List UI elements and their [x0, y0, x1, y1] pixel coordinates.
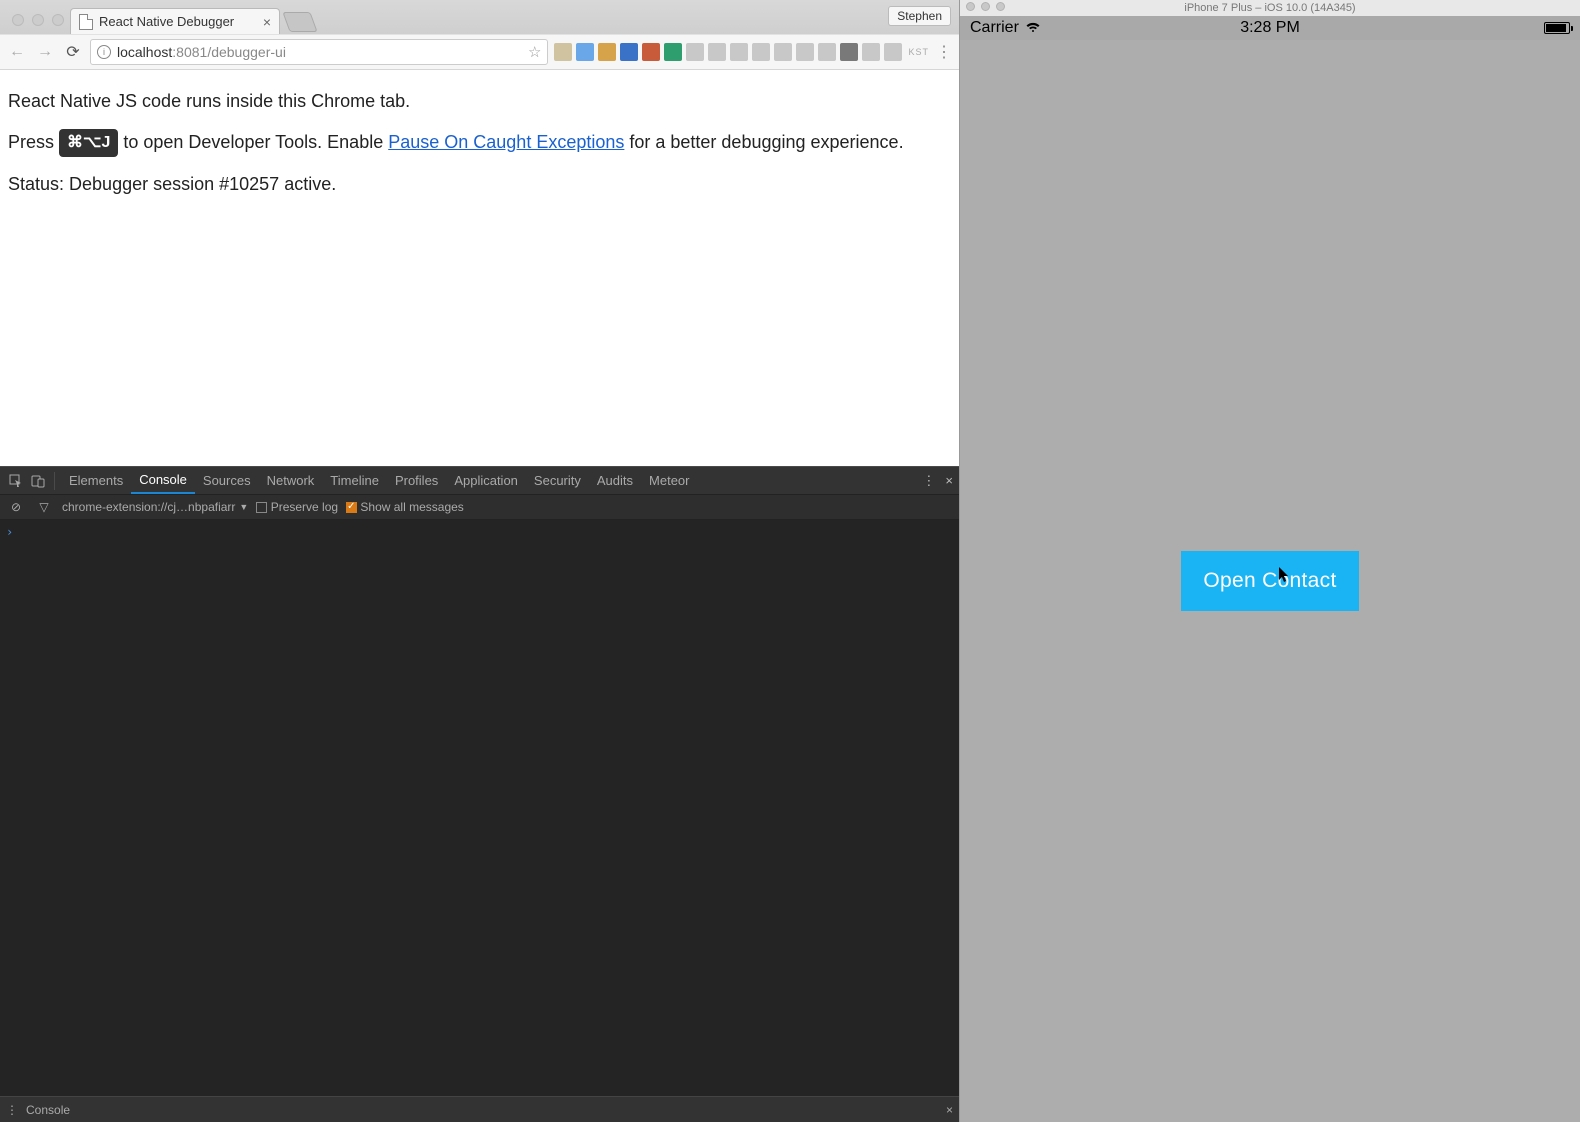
extensions-row: [554, 43, 902, 61]
simulator-window-controls: [966, 2, 1005, 11]
ios-status-bar: Carrier 3:28 PM: [960, 16, 1580, 40]
browser-toolbar: ← → ⟳ i localhost:8081/debugger-ui ☆ KST…: [0, 34, 959, 70]
drawer-close-icon[interactable]: ×: [946, 1103, 953, 1117]
sim-zoom-icon[interactable]: [996, 2, 1005, 11]
console-filterbar: ⊘ ▽ chrome-extension://cj…nbpafiarr ▼ Pr…: [0, 494, 959, 520]
back-button[interactable]: ←: [6, 41, 28, 63]
devtools-tab-profiles[interactable]: Profiles: [387, 467, 446, 494]
extension-ext16-icon[interactable]: [884, 43, 902, 61]
sim-close-icon[interactable]: [966, 2, 975, 11]
browser-tab-strip: React Native Debugger × Stephen: [0, 0, 959, 34]
clear-console-icon[interactable]: ⊘: [6, 497, 26, 517]
reload-button[interactable]: ⟳: [62, 41, 84, 63]
carrier-label: Carrier: [970, 19, 1019, 37]
timezone-label: KST: [908, 47, 929, 57]
simulator-title: iPhone 7 Plus – iOS 10.0 (14A345): [1184, 2, 1355, 14]
pause-exceptions-link[interactable]: Pause On Caught Exceptions: [388, 132, 624, 152]
forward-button[interactable]: →: [34, 41, 56, 63]
ios-simulator: iPhone 7 Plus – iOS 10.0 (14A345) Carrie…: [960, 0, 1580, 1122]
extension-ext12-icon[interactable]: [796, 43, 814, 61]
tab-title: React Native Debugger: [99, 14, 234, 29]
devtools-tab-security[interactable]: Security: [526, 467, 589, 494]
app-screen: Open Contact: [960, 40, 1580, 1122]
extension-ext9-icon[interactable]: [730, 43, 748, 61]
extension-om-icon[interactable]: [620, 43, 638, 61]
keyboard-shortcut: ⌘⌥J: [59, 129, 118, 157]
extension-ublock-icon[interactable]: [642, 43, 660, 61]
url-host: localhost:8081/debugger-ui: [117, 44, 286, 60]
extension-es-icon[interactable]: [840, 43, 858, 61]
browser-tab[interactable]: React Native Debugger ×: [70, 8, 280, 34]
bookmark-star-icon[interactable]: ☆: [528, 43, 541, 61]
document-icon: [79, 14, 93, 30]
chrome-window: React Native Debugger × Stephen ← → ⟳ i …: [0, 0, 960, 1122]
sim-minimize-icon[interactable]: [981, 2, 990, 11]
devtools-tab-sources[interactable]: Sources: [195, 467, 259, 494]
inspect-element-icon[interactable]: [6, 471, 26, 491]
close-window-icon[interactable]: [12, 14, 24, 26]
page-content: React Native JS code runs inside this Ch…: [0, 70, 959, 466]
device-toggle-icon[interactable]: [28, 471, 48, 491]
extension-ext1-icon[interactable]: [554, 43, 572, 61]
devtools-tab-console[interactable]: Console: [131, 467, 195, 494]
devtools-tab-audits[interactable]: Audits: [589, 467, 641, 494]
wifi-icon: [1025, 20, 1041, 36]
devtools-drawer: ⋮ Console ×: [0, 1096, 959, 1122]
devtools-tabbar: ElementsConsoleSourcesNetworkTimelinePro…: [0, 466, 959, 494]
profile-chip[interactable]: Stephen: [888, 6, 951, 26]
console-output[interactable]: ›: [0, 520, 959, 1096]
devtools-menu-icon[interactable]: ⋮: [922, 473, 935, 489]
filter-icon[interactable]: ▽: [34, 497, 54, 517]
extension-ext2-icon[interactable]: [576, 43, 594, 61]
devtools-tab-application[interactable]: Application: [446, 467, 526, 494]
debugger-info-line1: React Native JS code runs inside this Ch…: [8, 88, 951, 115]
zoom-window-icon[interactable]: [52, 14, 64, 26]
devtools-tab-elements[interactable]: Elements: [61, 467, 131, 494]
address-bar[interactable]: i localhost:8081/debugger-ui ☆: [90, 39, 548, 65]
extension-ext3-icon[interactable]: [598, 43, 616, 61]
extension-ext11-icon[interactable]: [774, 43, 792, 61]
preserve-log-checkbox[interactable]: Preserve log: [256, 500, 338, 514]
devtools-tab-network[interactable]: Network: [259, 467, 323, 494]
extension-ext15-icon[interactable]: [862, 43, 880, 61]
extension-ext6-icon[interactable]: [664, 43, 682, 61]
window-controls: [6, 14, 70, 34]
devtools-close-icon[interactable]: ×: [945, 473, 953, 488]
execution-context-selector[interactable]: chrome-extension://cj…nbpafiarr ▼: [62, 500, 248, 514]
extension-w-icon[interactable]: [708, 43, 726, 61]
drawer-menu-icon[interactable]: ⋮: [6, 1103, 18, 1117]
drawer-tab-console[interactable]: Console: [26, 1103, 70, 1117]
console-prompt: ›: [6, 525, 13, 539]
close-tab-icon[interactable]: ×: [263, 14, 271, 30]
extension-ext7-icon[interactable]: [686, 43, 704, 61]
open-contact-button[interactable]: Open Contact: [1181, 551, 1358, 611]
debugger-status: Status: Debugger session #10257 active.: [8, 171, 951, 198]
extension-ext13-icon[interactable]: [818, 43, 836, 61]
chrome-menu-icon[interactable]: ⋮: [935, 42, 953, 62]
devtools-tab-meteor[interactable]: Meteor: [641, 467, 697, 494]
battery-icon: [1544, 22, 1570, 34]
site-info-icon[interactable]: i: [97, 45, 111, 59]
chevron-down-icon: ▼: [239, 502, 248, 512]
minimize-window-icon[interactable]: [32, 14, 44, 26]
new-tab-button[interactable]: [282, 12, 317, 32]
status-time: 3:28 PM: [1240, 19, 1300, 37]
show-all-messages-checkbox[interactable]: Show all messages: [346, 500, 464, 514]
devtools-panel: ElementsConsoleSourcesNetworkTimelinePro…: [0, 466, 959, 1122]
debugger-info-line2: Press ⌘⌥J to open Developer Tools. Enabl…: [8, 129, 951, 157]
simulator-titlebar: iPhone 7 Plus – iOS 10.0 (14A345): [960, 0, 1580, 16]
devtools-tab-timeline[interactable]: Timeline: [322, 467, 387, 494]
extension-ext10-icon[interactable]: [752, 43, 770, 61]
